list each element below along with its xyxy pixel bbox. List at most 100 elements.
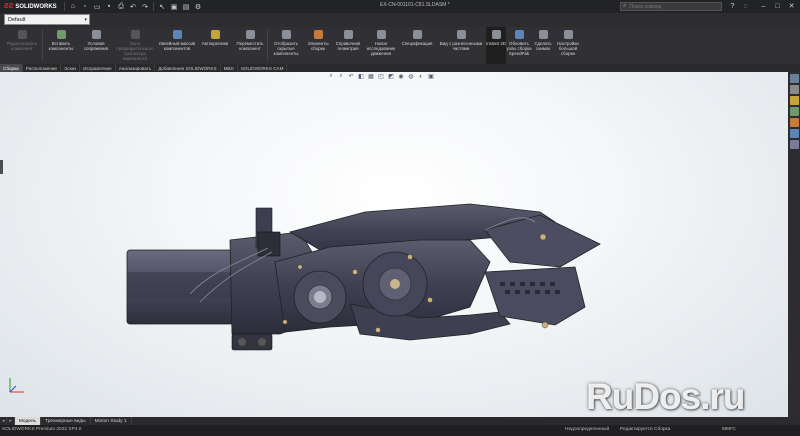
appearances-icon[interactable] <box>789 118 799 127</box>
print-icon[interactable]: ⎙ <box>115 1 127 12</box>
bom-icon <box>412 30 422 39</box>
design-library-icon[interactable] <box>789 85 799 94</box>
reference-geometry-icon <box>343 30 353 39</box>
button-label: Новое исследование движения <box>366 41 396 56</box>
tab-scroll-left-icon[interactable]: ◂ <box>0 417 8 425</box>
tab-motion-study[interactable]: Motion Study 1 <box>91 417 132 425</box>
feature-manager-collapse-handle[interactable] <box>0 160 3 174</box>
undo-icon[interactable]: ↶ <box>127 1 139 12</box>
ds-logo-icon: ƧƧ <box>4 3 14 10</box>
tab-evaluate[interactable]: Анализировать <box>116 64 156 72</box>
instant3d-button[interactable]: Instant 3D <box>486 27 506 64</box>
logo-text: SOLIDWORKS <box>15 3 57 10</box>
redo-icon[interactable]: ↷ <box>139 1 151 12</box>
linear-pattern-button[interactable]: Линейный массив компонентов <box>157 27 197 64</box>
mate-icon <box>91 30 101 39</box>
file-properties-icon[interactable]: ▤ <box>180 1 192 12</box>
edit-component-button[interactable]: Редактировать компонент <box>2 27 42 64</box>
large-assembly-settings-button[interactable]: Настройки большой сборки <box>554 27 582 64</box>
search-input[interactable] <box>629 3 710 10</box>
view-palette-icon[interactable] <box>789 107 799 116</box>
close-icon[interactable]: ✕ <box>786 1 797 11</box>
button-label: Спецификация <box>401 41 433 46</box>
tab-assembly[interactable]: Сборка <box>0 64 23 72</box>
search-icon: ⌕ <box>623 3 627 9</box>
file-explorer-icon[interactable] <box>789 96 799 105</box>
separator <box>64 2 65 11</box>
coordinate-triad-icon <box>9 378 24 393</box>
update-speedpak-button[interactable]: Обновить узлы сборки SpeedPak <box>506 27 532 64</box>
configuration-dropdown[interactable]: Default ▾ <box>4 14 90 25</box>
open-icon[interactable]: ▭ <box>91 1 103 12</box>
watermark: RuDos.ru <box>586 376 745 417</box>
take-snapshot-button[interactable]: Сделать снимок <box>532 27 554 64</box>
exploded-view-icon <box>456 30 466 39</box>
help-icon[interactable]: ? <box>727 1 738 11</box>
graphics-area[interactable]: ⌕ ⌕ ↶ ◧ ▦ ◰ ◩ ◉ ◍ ◐ ▣ <box>0 72 788 417</box>
tab-sketch[interactable]: Эскиз <box>61 64 81 72</box>
custom-properties-icon[interactable] <box>789 129 799 138</box>
home-icon[interactable]: ⌂ <box>67 1 79 12</box>
speedpak-icon <box>514 30 524 39</box>
tab-model[interactable]: Модель <box>14 417 42 425</box>
instant3d-icon <box>491 30 501 39</box>
tab-addins[interactable]: Добавления SOLIDWORKS <box>155 64 221 72</box>
show-hidden-components-button[interactable]: Отобразить скрытые компоненты <box>268 27 304 64</box>
button-label: Автокрепежи <box>201 41 229 46</box>
preview-window-icon <box>130 30 140 39</box>
smart-fasteners-button[interactable]: Автокрепежи <box>197 27 233 64</box>
snapshot-icon <box>538 30 548 39</box>
tab-markup[interactable]: Исправление <box>80 64 116 72</box>
button-label: Вид с разнесенными частями <box>439 41 483 51</box>
status-units[interactable]: MMГС <box>722 427 736 432</box>
reference-geometry-button[interactable]: Справочная геометрия <box>332 27 364 64</box>
button-label: Редактировать компонент <box>6 41 38 51</box>
search-box[interactable]: ⌕ <box>620 2 722 11</box>
model-tabs: ◂ ▸ Модель Трехмерные виды Motion Study … <box>0 417 800 425</box>
preview-window-button[interactable]: Окно предварительного просмотра компонен… <box>113 27 157 64</box>
button-label: Обновить узлы сборки SpeedPak <box>506 41 532 56</box>
minimize-icon[interactable]: – <box>758 1 769 11</box>
bill-of-materials-button[interactable]: Спецификация <box>398 27 436 64</box>
motion-study-icon <box>376 30 386 39</box>
button-label: Справочная геометрия <box>335 41 361 51</box>
solidworks-forum-icon[interactable] <box>789 140 799 149</box>
button-label: Сделать снимок <box>534 41 552 51</box>
document-title: EX-CN-001101-C81.SLDASM * <box>380 2 450 8</box>
gripper-assembly-model[interactable] <box>0 72 788 417</box>
show-hidden-icon <box>281 30 291 39</box>
new-motion-study-button[interactable]: Новое исследование движения <box>364 27 398 64</box>
chevron-down-icon: ▾ <box>84 16 87 23</box>
status-editing: Редактируется Сборка <box>620 427 671 432</box>
move-component-button[interactable]: Переместить компонент <box>233 27 267 64</box>
insert-components-icon <box>56 30 66 39</box>
tab-layout[interactable]: Расположение <box>23 64 61 72</box>
user-icon[interactable]: ◌ <box>740 1 751 11</box>
tab-solidworks-cam[interactable]: SOLIDWORKS CAM <box>238 64 288 72</box>
button-label: Instant 3D <box>486 41 507 46</box>
insert-components-button[interactable]: Вставить компоненты <box>43 27 79 64</box>
tab-scroll-right-icon[interactable]: ▸ <box>7 417 15 425</box>
save-icon[interactable]: ▪ <box>103 1 115 12</box>
options-gear-icon[interactable]: ⚙ <box>192 1 204 12</box>
button-label: Линейный массив компонентов <box>158 41 196 51</box>
exploded-view-button[interactable]: Вид с разнесенными частями <box>436 27 486 64</box>
button-label: Переместить компонент <box>236 41 264 51</box>
maximize-icon[interactable]: □ <box>772 1 783 11</box>
command-tabs: Сборка Расположение Эскиз Исправление Ан… <box>0 64 800 72</box>
button-label: Настройки большой сборки <box>557 41 579 56</box>
solidworks-resources-icon[interactable] <box>789 74 799 83</box>
linear-pattern-icon <box>172 30 182 39</box>
rebuild-icon[interactable]: ▣ <box>168 1 180 12</box>
new-document-icon[interactable]: ▫ <box>79 1 91 12</box>
button-label: Элементы сборки <box>307 41 329 51</box>
button-label: Условия сопряжения <box>83 41 109 51</box>
select-arrow-icon[interactable]: ↖ <box>156 1 168 12</box>
assembly-features-button[interactable]: Элементы сборки <box>304 27 332 64</box>
tab-mbd[interactable]: MBD <box>221 64 238 72</box>
mate-button[interactable]: Условия сопряжения <box>79 27 113 64</box>
tab-3d-views[interactable]: Трехмерные виды <box>41 417 91 425</box>
button-label: Окно предварительного просмотра компонен… <box>116 41 154 61</box>
edit-component-icon <box>17 30 27 39</box>
solidworks-logo[interactable]: ƧƧ SOLIDWORKS <box>0 3 62 10</box>
